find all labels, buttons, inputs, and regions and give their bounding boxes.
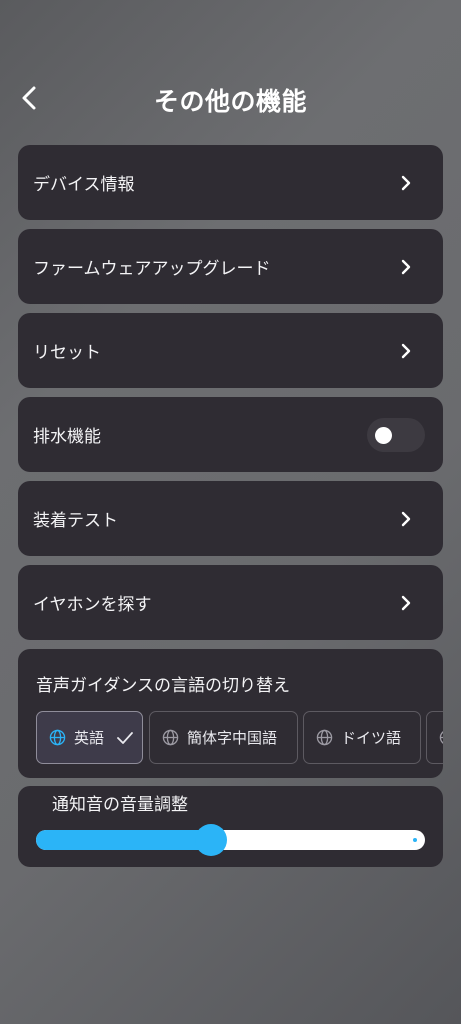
device-info-label: デバイス情報 <box>33 175 135 195</box>
reset-label: リセット <box>33 343 101 363</box>
globe-icon <box>316 729 333 746</box>
drain-row: 排水機能 <box>18 397 443 472</box>
language-chip-list[interactable]: 英語 簡体字中国語 ドイツ語 <box>34 711 443 767</box>
firmware-upgrade-card: ファームウェアアップグレード <box>18 229 443 304</box>
drain-label: 排水機能 <box>33 427 101 447</box>
notification-volume-title: 通知音の音量調整 <box>52 795 188 815</box>
toggle-knob <box>375 426 392 444</box>
reset-card: リセット <box>18 313 443 388</box>
voice-guidance-title: 音声ガイダンスの言語の切り替え <box>36 676 290 696</box>
chevron-right-icon <box>399 259 413 275</box>
drain-toggle[interactable] <box>367 417 425 452</box>
find-earphones-row[interactable]: イヤホンを探す <box>18 565 443 640</box>
language-chip-simplified-chinese[interactable]: 簡体字中国語 <box>149 711 298 764</box>
globe-icon <box>439 731 443 744</box>
fit-test-label: 装着テスト <box>33 511 118 531</box>
chevron-right-icon <box>399 511 413 527</box>
fit-test-card: 装着テスト <box>18 481 443 556</box>
fit-test-row[interactable]: 装着テスト <box>18 481 443 556</box>
globe-icon <box>162 729 179 746</box>
language-chip-label: 英語 <box>74 729 105 747</box>
language-chip-partial[interactable] <box>426 711 443 764</box>
find-earphones-label: イヤホンを探す <box>33 595 152 615</box>
volume-slider-fill <box>36 830 212 850</box>
header: その他の機能 <box>0 70 461 126</box>
reset-row[interactable]: リセット <box>18 313 443 388</box>
language-chip-english[interactable]: 英語 <box>36 711 143 764</box>
language-chip-german[interactable]: ドイツ語 <box>303 711 421 764</box>
chevron-right-icon <box>399 595 413 611</box>
drain-card: 排水機能 <box>18 397 443 472</box>
globe-icon <box>49 729 66 746</box>
page-title: その他の機能 <box>153 87 307 116</box>
firmware-upgrade-label: ファームウェアアップグレード <box>33 259 271 279</box>
check-icon <box>117 731 133 744</box>
notification-volume-card: 通知音の音量調整 <box>18 786 443 867</box>
volume-slider-end-dot <box>413 838 417 842</box>
find-earphones-card: イヤホンを探す <box>18 565 443 640</box>
language-chip-label: 簡体字中国語 <box>187 729 278 747</box>
chevron-right-icon <box>399 175 413 191</box>
language-chip-label: ドイツ語 <box>341 729 402 747</box>
volume-slider[interactable] <box>36 824 425 856</box>
device-info-card: デバイス情報 <box>18 145 443 220</box>
voice-guidance-card: 音声ガイダンスの言語の切り替え 英語 簡体字中国語 ドイツ語 <box>18 649 443 778</box>
chevron-right-icon <box>399 343 413 359</box>
firmware-upgrade-row[interactable]: ファームウェアアップグレード <box>18 229 443 304</box>
volume-slider-thumb[interactable] <box>195 824 228 856</box>
device-info-row[interactable]: デバイス情報 <box>18 145 443 220</box>
